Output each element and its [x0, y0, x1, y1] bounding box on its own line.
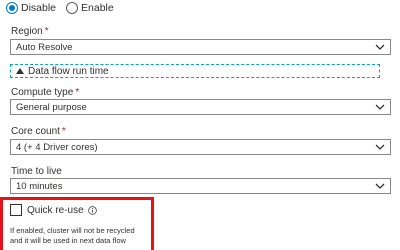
compute-type-value: General purpose	[16, 101, 87, 113]
radio-enable-circle[interactable]	[66, 2, 79, 14]
radio-enable-label: Enable	[81, 2, 114, 14]
time-to-live-label: Time to live	[11, 166, 62, 177]
chevron-down-icon	[375, 183, 385, 189]
radio-disable-label: Disable	[21, 2, 57, 14]
quick-reuse-row: Quick re-use	[10, 204, 97, 216]
integration-runtime-settings: Disable Enable Region * Auto Resolve Data…	[0, 0, 400, 250]
quick-reuse-tooltip: If enabled, cluster will not be recycled…	[10, 226, 150, 246]
compute-type-dropdown[interactable]: General purpose	[10, 99, 391, 115]
radio-enable[interactable]: Enable	[66, 2, 114, 14]
radio-group: Disable Enable	[6, 0, 124, 16]
quick-reuse-label: Quick re-use	[27, 204, 84, 216]
radio-disable[interactable]: Disable	[6, 2, 56, 14]
compute-type-label-text: Compute type	[11, 87, 74, 98]
region-required-mark: *	[44, 26, 49, 37]
core-count-value: 4 (+ 4 Driver cores)	[16, 141, 98, 153]
tooltip-line: and it will be used in next data flow	[10, 236, 126, 245]
info-icon[interactable]	[87, 205, 97, 215]
compute-type-required-mark: *	[75, 87, 80, 98]
region-label: Region *	[11, 26, 49, 37]
data-flow-runtime-label: Data flow run time	[28, 65, 109, 77]
chevron-down-icon	[375, 144, 385, 150]
core-count-label: Core count *	[11, 126, 66, 137]
core-count-dropdown[interactable]: 4 (+ 4 Driver cores)	[10, 139, 391, 155]
radio-disable-circle[interactable]	[6, 2, 18, 14]
region-value: Auto Resolve	[16, 41, 73, 53]
time-to-live-dropdown[interactable]: 10 minutes	[10, 178, 391, 194]
chevron-down-icon	[375, 44, 385, 50]
tooltip-line: If enabled, cluster will not be recycled	[10, 226, 135, 235]
triangle-up-icon	[16, 68, 24, 74]
quick-reuse-checkbox[interactable]	[10, 204, 22, 216]
time-to-live-value: 10 minutes	[16, 180, 63, 192]
region-dropdown[interactable]: Auto Resolve	[10, 39, 391, 55]
core-count-required-mark: *	[61, 126, 66, 137]
chevron-down-icon	[375, 104, 385, 110]
time-to-live-label-text: Time to live	[11, 166, 62, 177]
core-count-label-text: Core count	[11, 126, 60, 137]
region-label-text: Region	[11, 26, 43, 37]
data-flow-runtime-toggle[interactable]: Data flow run time	[10, 64, 380, 78]
compute-type-label: Compute type *	[11, 87, 79, 98]
